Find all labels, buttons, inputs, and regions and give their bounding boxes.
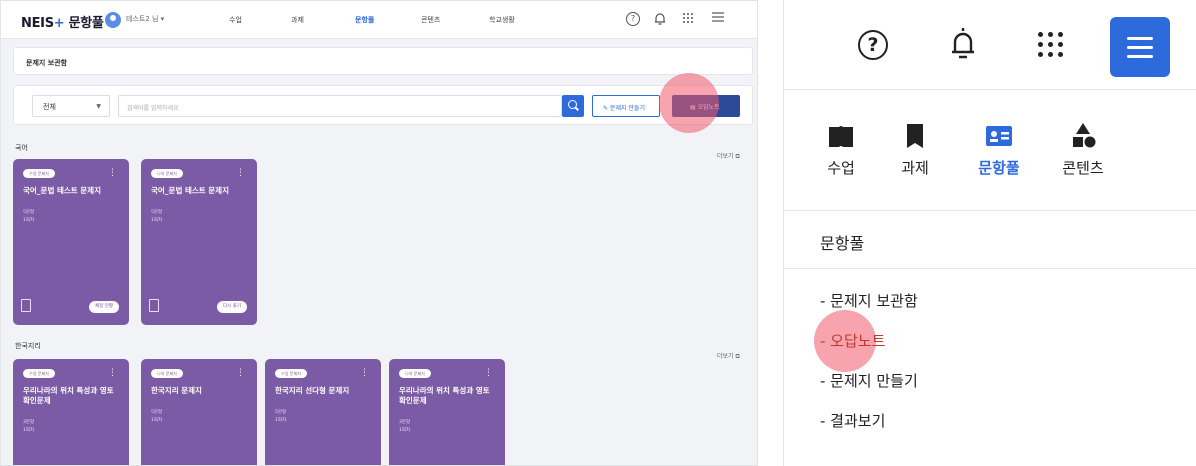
document-edit-icon	[21, 299, 31, 312]
worksheet-card[interactable]: 나의 문제지 ⋮ 한국지리 문제지 5문항 1회차	[141, 359, 257, 465]
id-card-icon	[964, 117, 1034, 153]
brand-name: NEIS	[21, 16, 54, 31]
card-title: 국어_문법 테스트 문제지	[23, 186, 101, 195]
card-question-count: 5문항	[151, 410, 163, 415]
card-title: 국어_문법 테스트 문제지	[151, 186, 229, 195]
nav-item-question-pool[interactable]: 문항풀	[964, 117, 1034, 178]
more-options-icon[interactable]: ⋮	[108, 369, 117, 378]
more-options-icon[interactable]: ⋮	[236, 169, 245, 178]
more-options-icon[interactable]: ⋮	[236, 369, 245, 378]
user-name[interactable]: 테스트2 님 ▾	[126, 14, 164, 24]
more-options-icon[interactable]: ⋮	[360, 369, 369, 378]
help-icon[interactable]: ?	[626, 12, 640, 26]
filter-select[interactable]: 전체 ▼	[32, 95, 110, 117]
mobile-nav: 수업 과제 문항풀 콘텐츠	[784, 91, 1196, 211]
submenu-item-worksheet-box[interactable]: - 문제지 보관함	[820, 290, 918, 311]
chevron-down-icon: ▼	[96, 103, 101, 110]
search-icon[interactable]	[562, 95, 584, 117]
menu-button[interactable]	[1110, 17, 1170, 77]
submenu-item-results[interactable]: - 결과보기	[820, 410, 885, 431]
desktop-screenshot-panel: NEIS+ 문항풀 테스트2 님 ▾ 수업 과제 문항풀 콘텐츠 학교생활 ? …	[0, 0, 758, 466]
card-tag: 수업 문제지	[23, 169, 55, 178]
top-nav-class[interactable]: 수업	[229, 15, 242, 25]
card-tag: 수업 문제지	[23, 369, 55, 378]
shapes-icon	[1048, 117, 1118, 153]
nav-label: 수업	[827, 159, 855, 177]
card-tag: 나의 문제지	[151, 169, 183, 178]
card-question-count: 3문항	[399, 420, 411, 425]
divider	[784, 268, 1196, 269]
card-round: 1회차	[275, 418, 287, 423]
highlight-marker	[659, 73, 719, 133]
more-link[interactable]: 더보기 ⧉	[717, 351, 740, 361]
card-question-count: 5문항	[275, 410, 287, 415]
document-icon	[149, 299, 159, 312]
menu-section-title: 문항풀	[820, 234, 865, 253]
card-round: 1회차	[151, 218, 163, 223]
card-tag: 수업 문제지	[275, 369, 307, 378]
card-action-button[interactable]: 다시 풀기	[217, 301, 247, 313]
nav-label: 콘텐츠	[1062, 159, 1104, 177]
breadcrumb: 문제지 보관함	[13, 47, 753, 75]
card-question-count: 5문항	[23, 210, 35, 215]
bell-icon[interactable]	[653, 12, 667, 26]
more-options-icon[interactable]: ⋮	[108, 169, 117, 178]
card-tag: 나의 문제지	[151, 369, 183, 378]
worksheet-card[interactable]: 나의 문제지 ⋮ 국어_문법 테스트 문제지 5문항 1회차 다시 풀기	[141, 159, 257, 325]
more-options-icon[interactable]: ⋮	[484, 369, 493, 378]
worksheet-card[interactable]: 나의 문제지 ⋮ 우리나라의 위치 특성과 영토 확인문제 3문항 1회차	[389, 359, 505, 465]
search-input[interactable]: 검색어를 입력하세요	[118, 95, 562, 117]
bell-icon[interactable]	[950, 26, 976, 62]
card-title: 한국지리 선다형 문제지	[275, 386, 350, 395]
nav-label: 문항풀	[978, 159, 1020, 177]
top-nav-assignment[interactable]: 과제	[291, 15, 304, 25]
card-title: 우리나라의 위치 특성과 영토 확인문제	[23, 386, 114, 405]
top-nav-contents[interactable]: 콘텐츠	[421, 15, 440, 25]
mobile-menu-panel: ? 수업 과제 문항풀 콘텐츠 문항풀 - 문제지 보관함 - 오답노트 - 문…	[783, 0, 1196, 466]
more-link[interactable]: 더보기 ⧉	[717, 151, 740, 161]
worksheet-card[interactable]: 수업 문제지 ⋮ 한국지리 선다형 문제지 5문항 1회차	[265, 359, 381, 465]
brand-product: 문항풀	[68, 16, 104, 31]
page-title: 문제지 보관함	[26, 59, 68, 67]
worksheet-card[interactable]: 수업 문제지 ⋮ 국어_문법 테스트 문제지 5문항 1회차 채점 현황	[13, 159, 129, 325]
brand-logo[interactable]: NEIS+ 문항풀	[21, 12, 104, 31]
section-title: 국어	[15, 144, 28, 152]
apps-grid-icon[interactable]	[681, 12, 695, 26]
submenu-item-make-worksheet[interactable]: - 문제지 만들기	[820, 370, 918, 391]
card-action-button[interactable]: 채점 현황	[89, 301, 119, 313]
nav-label: 과제	[901, 159, 929, 177]
card-round: 1회차	[399, 428, 411, 433]
nav-item-contents[interactable]: 콘텐츠	[1048, 117, 1118, 178]
make-worksheet-button[interactable]: ✎ 문제지 만들기	[592, 95, 660, 117]
card-question-count: 3문항	[23, 420, 35, 425]
card-round: 1회차	[23, 428, 35, 433]
card-question-count: 5문항	[151, 210, 163, 215]
menu-icon[interactable]	[711, 12, 725, 26]
top-nav-school-life[interactable]: 학교생활	[489, 15, 515, 25]
section-title: 한국지리	[15, 342, 41, 350]
submenu-item-wrong-answer-note[interactable]: - 오답노트	[820, 330, 885, 351]
worksheet-card[interactable]: 수업 문제지 ⋮ 우리나라의 위치 특성과 영토 확인문제 3문항 1회차	[13, 359, 129, 465]
help-icon[interactable]: ?	[858, 30, 888, 60]
card-title: 우리나라의 위치 특성과 영토 확인문제	[399, 386, 490, 405]
book-icon	[806, 117, 876, 153]
card-title: 한국지리 문제지	[151, 386, 202, 395]
filter-select-value: 전체	[43, 103, 56, 111]
apps-grid-icon[interactable]	[1036, 30, 1066, 60]
brand-plus: +	[53, 16, 65, 31]
top-nav-question-pool[interactable]: 문항풀	[355, 15, 374, 25]
card-round: 1회차	[151, 418, 163, 423]
avatar[interactable]	[105, 12, 121, 28]
card-round: 1회차	[23, 218, 35, 223]
mobile-header: ?	[784, 0, 1196, 90]
nav-item-assignment[interactable]: 과제	[880, 117, 950, 178]
search-bar: 전체 ▼ 검색어를 입력하세요 ✎ 문제지 만들기 ▤ 오답노트	[13, 85, 753, 125]
top-bar: NEIS+ 문항풀 테스트2 님 ▾ 수업 과제 문항풀 콘텐츠 학교생활 ?	[1, 1, 757, 39]
bookmark-icon	[880, 117, 950, 153]
card-tag: 나의 문제지	[399, 369, 431, 378]
nav-item-class[interactable]: 수업	[806, 117, 876, 178]
